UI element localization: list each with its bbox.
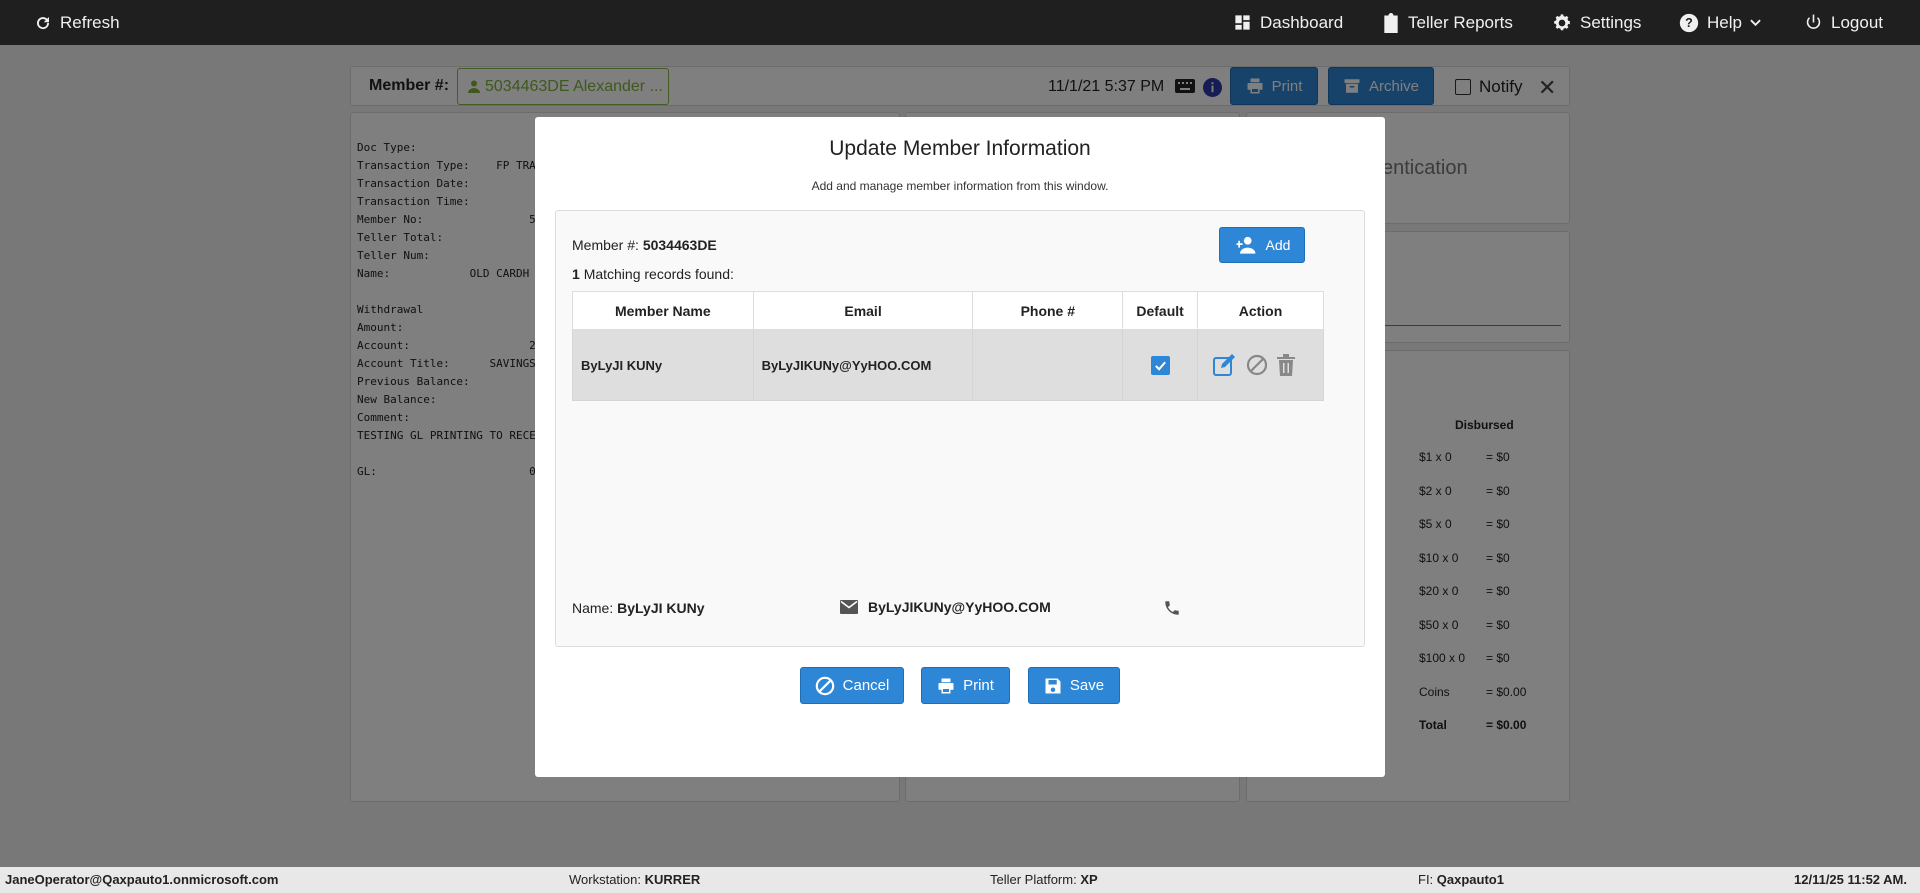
status-fi-label: FI:	[1418, 872, 1434, 887]
detail-email-value: ByLyJIKUNy@YyHOO.COM	[868, 599, 1051, 615]
save-label: Save	[1069, 677, 1105, 694]
nav-help-label: Help	[1707, 12, 1742, 32]
detail-email-line: ByLyJIKUNy@YyHOO.COM	[840, 599, 1051, 615]
ban-icon[interactable]	[1246, 354, 1268, 376]
status-platform-value: XP	[1080, 872, 1098, 887]
row-email: ByLyJIKUNy@YyHOO.COM	[752, 329, 974, 401]
svg-text:?: ?	[1685, 16, 1693, 30]
member-number-line: Member #: 5034463DE	[572, 237, 717, 253]
add-record-label: Add	[1265, 237, 1291, 253]
modal-subtitle: Add and manage member information from t…	[811, 179, 1109, 193]
modal-title: Update Member Information	[829, 137, 1091, 160]
nav-teller-reports[interactable]: Teller Reports	[1382, 0, 1513, 45]
row-default-cell	[1122, 329, 1199, 401]
refresh-label: Refresh	[60, 12, 120, 32]
nav-dashboard[interactable]: Dashboard	[1233, 0, 1343, 45]
chevron-down-icon	[1750, 19, 1761, 27]
status-platform: Teller Platform: XP	[990, 872, 1098, 887]
refresh-button[interactable]: Refresh	[34, 0, 120, 45]
row-actions	[1197, 329, 1324, 401]
col-email[interactable]: Email	[752, 291, 974, 330]
nav-dashboard-label: Dashboard	[1260, 12, 1344, 32]
clipboard-icon	[1384, 12, 1398, 33]
detail-name-line: Name: ByLyJI KUNy	[572, 600, 705, 616]
col-phone[interactable]: Phone #	[972, 291, 1124, 330]
nav-settings-label: Settings	[1580, 12, 1642, 32]
match-count: 1	[572, 266, 580, 282]
status-platform-label: Teller Platform:	[990, 872, 1077, 887]
member-records-section: Member #: 5034463DE 1 Matching records f…	[555, 210, 1365, 647]
table-row[interactable]: ByLyJI KUNy ByLyJIKUNy@YyHOO.COM	[572, 329, 1324, 401]
row-phone	[972, 329, 1124, 401]
col-member-name[interactable]: Member Name	[572, 291, 754, 330]
col-default[interactable]: Default	[1122, 291, 1199, 330]
status-datetime: 12/11/25 11:52 AM.	[1794, 872, 1907, 887]
match-count-line: 1 Matching records found:	[572, 266, 734, 282]
member-number-value: 5034463DE	[642, 237, 717, 253]
nav-teller-reports-label: Teller Reports	[1408, 12, 1513, 32]
row-member-name: ByLyJI KUNy	[572, 329, 754, 401]
print-button[interactable]: Print	[921, 667, 1010, 704]
dashboard-icon	[1235, 15, 1250, 30]
ban-icon	[815, 676, 834, 695]
status-fi: FI: Qaxpauto1	[1418, 872, 1504, 887]
check-icon	[1154, 361, 1166, 371]
status-bar: JaneOperator@Qaxpauto1.onmicrosoft.com W…	[0, 867, 1920, 893]
nav-logout-label: Logout	[1831, 12, 1883, 32]
printer-icon	[938, 678, 954, 693]
floppy-disk-icon	[1045, 678, 1061, 693]
status-fi-value: Qaxpauto1	[1436, 872, 1504, 887]
table-header-row: Member Name Email Phone # Default Action	[572, 291, 1324, 330]
question-icon: ?	[1679, 13, 1699, 32]
gear-icon	[1554, 13, 1570, 30]
detail-name-value: ByLyJI KUNy	[617, 600, 705, 616]
update-member-modal: Update Member Information Add and manage…	[535, 117, 1385, 777]
add-user-icon	[1236, 236, 1255, 254]
envelope-icon	[840, 600, 858, 614]
refresh-icon	[37, 16, 50, 29]
default-checkbox[interactable]	[1150, 355, 1170, 375]
col-action: Action	[1197, 291, 1324, 330]
status-workstation-label: Workstation:	[569, 872, 642, 887]
cancel-button[interactable]: Cancel	[800, 667, 904, 704]
top-nav-bar: Refresh Dashboard Teller Reports Setting…	[0, 0, 1920, 45]
member-number-label: Member #:	[572, 237, 639, 253]
phone-icon	[1165, 601, 1179, 615]
power-icon	[1806, 14, 1821, 29]
nav-help[interactable]: ? Help	[1679, 0, 1761, 45]
cancel-label: Cancel	[842, 677, 890, 694]
edit-icon[interactable]	[1212, 353, 1238, 377]
status-user: JaneOperator@Qaxpauto1.onmicrosoft.com	[5, 872, 279, 887]
trash-icon[interactable]	[1276, 354, 1296, 376]
member-records-table: Member Name Email Phone # Default Action…	[572, 291, 1324, 401]
match-text: Matching records found:	[583, 266, 734, 282]
save-button[interactable]: Save	[1028, 667, 1120, 704]
add-record-button[interactable]: Add	[1219, 227, 1305, 263]
nav-logout[interactable]: Logout	[1804, 0, 1883, 45]
status-workstation-value: KURRER	[644, 872, 701, 887]
nav-settings[interactable]: Settings	[1552, 0, 1641, 45]
status-workstation: Workstation: KURRER	[569, 872, 700, 887]
detail-name-label: Name:	[572, 600, 614, 616]
print-label: Print	[963, 677, 994, 694]
